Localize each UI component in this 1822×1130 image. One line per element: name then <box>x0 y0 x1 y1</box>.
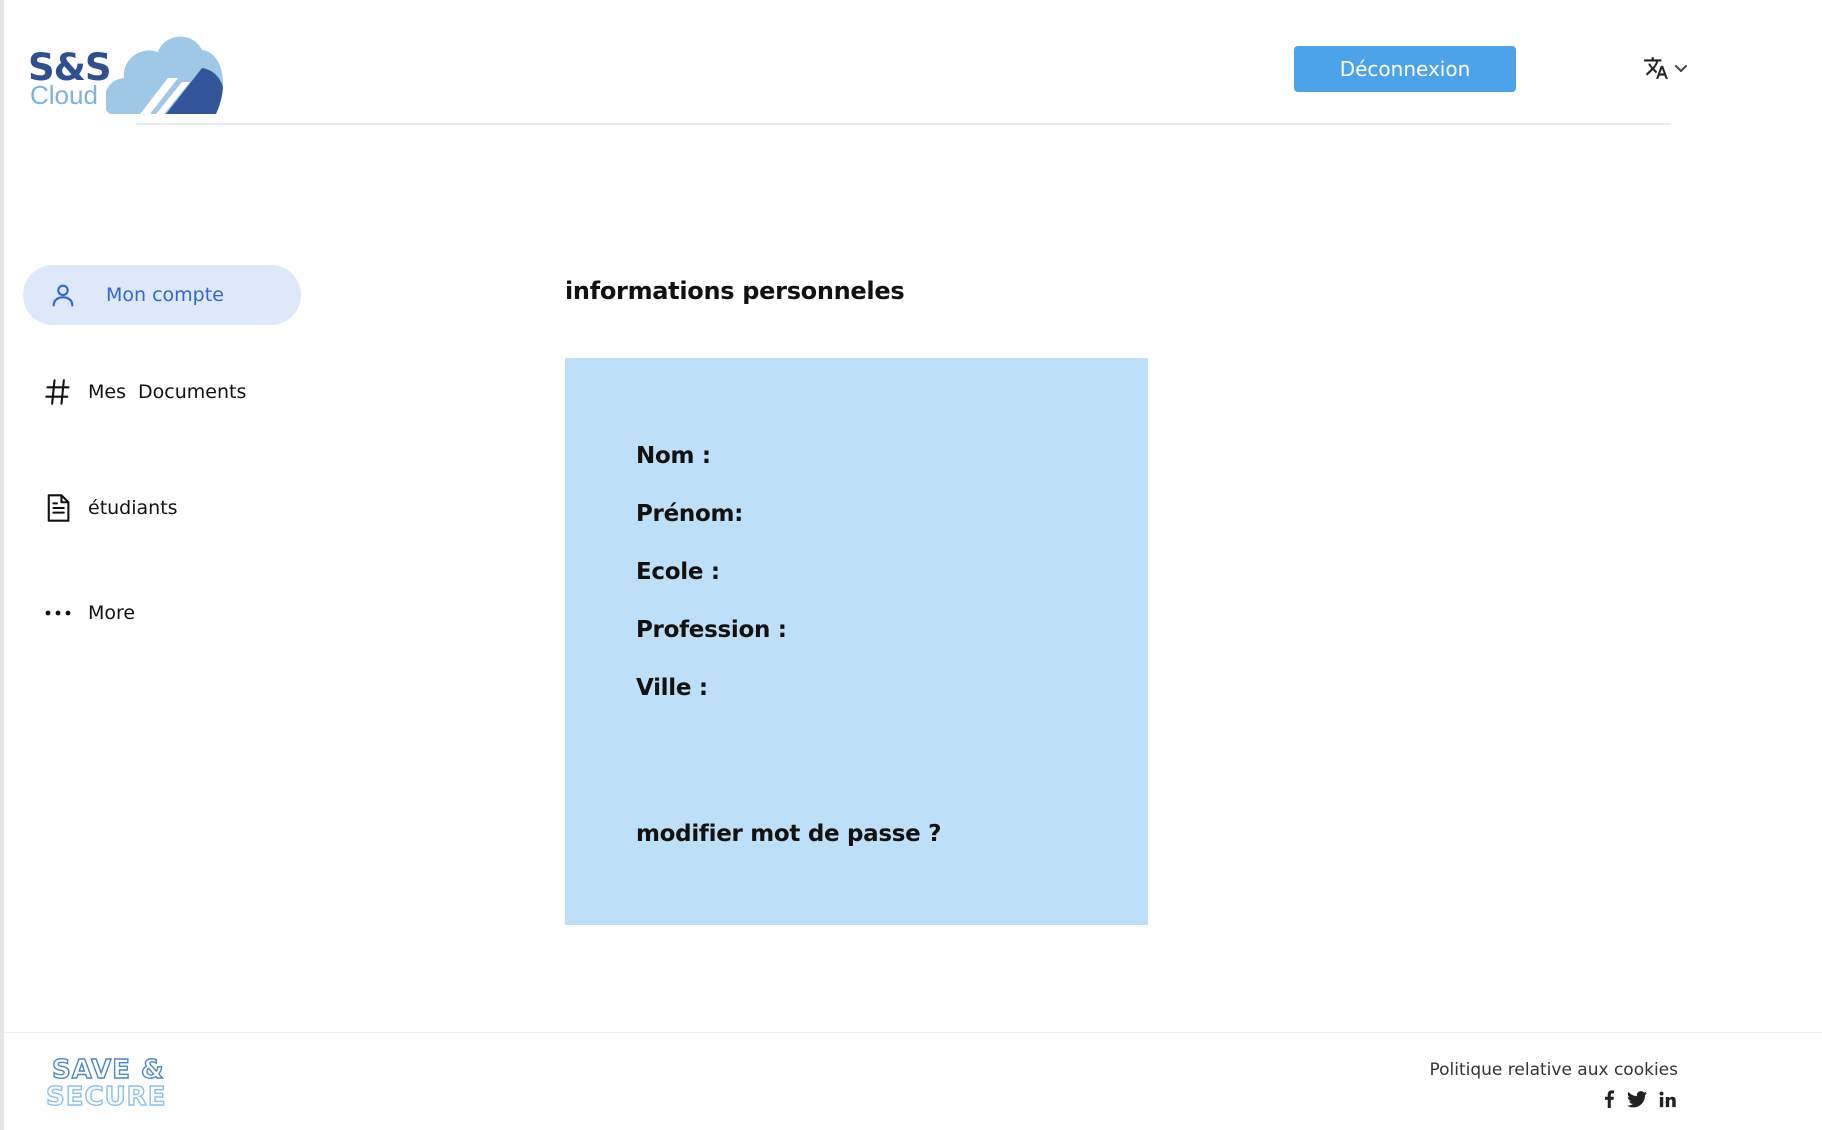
footer-logo[interactable]: SAVE & SECURE <box>46 1053 176 1111</box>
document-icon <box>43 493 73 523</box>
brand-logo[interactable]: S&S Cloud <box>26 28 226 116</box>
linkedin-icon[interactable] <box>1659 1091 1676 1108</box>
cloud-logo-icon <box>106 36 224 114</box>
cookie-policy-link[interactable]: Politique relative aux cookies <box>1429 1060 1678 1080</box>
sidebar-item-label: Mes Documents <box>88 381 247 403</box>
logout-button[interactable]: Déconnexion <box>1294 46 1516 92</box>
footer-divider <box>4 1032 1822 1033</box>
twitter-icon[interactable] <box>1627 1090 1647 1108</box>
logo-word: Cloud <box>30 80 98 110</box>
sidebar-item-label: Mon compte <box>106 284 224 306</box>
translate-icon <box>1644 57 1668 79</box>
footer-logo-line1: SAVE & <box>52 1055 165 1085</box>
sidebar-item-mes-documents[interactable]: Mes Documents <box>23 362 246 422</box>
field-nom-label: Nom : <box>636 443 711 469</box>
page-title: informations personneles <box>565 277 905 305</box>
chevron-down-icon <box>1675 65 1687 72</box>
sidebar-item-etudiants[interactable]: étudiants <box>23 478 178 538</box>
field-ville-label: Ville : <box>636 675 708 701</box>
sidebar-item-label: More <box>88 602 136 624</box>
user-icon <box>48 280 78 310</box>
sidebar-item-more[interactable]: More <box>23 583 135 643</box>
personal-info-card: Nom : Prénom: Ecole : Profession : Ville… <box>565 358 1148 925</box>
window-left-border <box>0 0 4 1130</box>
field-profession-label: Profession : <box>636 617 787 643</box>
footer-logo-line2: SECURE <box>46 1082 166 1111</box>
more-dots-icon <box>43 598 73 628</box>
field-prenom-label: Prénom: <box>636 501 744 527</box>
header-divider <box>136 123 1671 125</box>
sidebar-item-label: étudiants <box>88 497 178 519</box>
change-password-link[interactable]: modifier mot de passe ? <box>636 821 942 847</box>
language-selector[interactable] <box>1643 55 1689 81</box>
social-links <box>1603 1090 1676 1108</box>
hash-icon <box>43 377 73 407</box>
facebook-icon[interactable] <box>1603 1090 1615 1108</box>
field-ecole-label: Ecole : <box>636 559 720 585</box>
sidebar-item-mon-compte[interactable]: Mon compte <box>23 265 301 325</box>
